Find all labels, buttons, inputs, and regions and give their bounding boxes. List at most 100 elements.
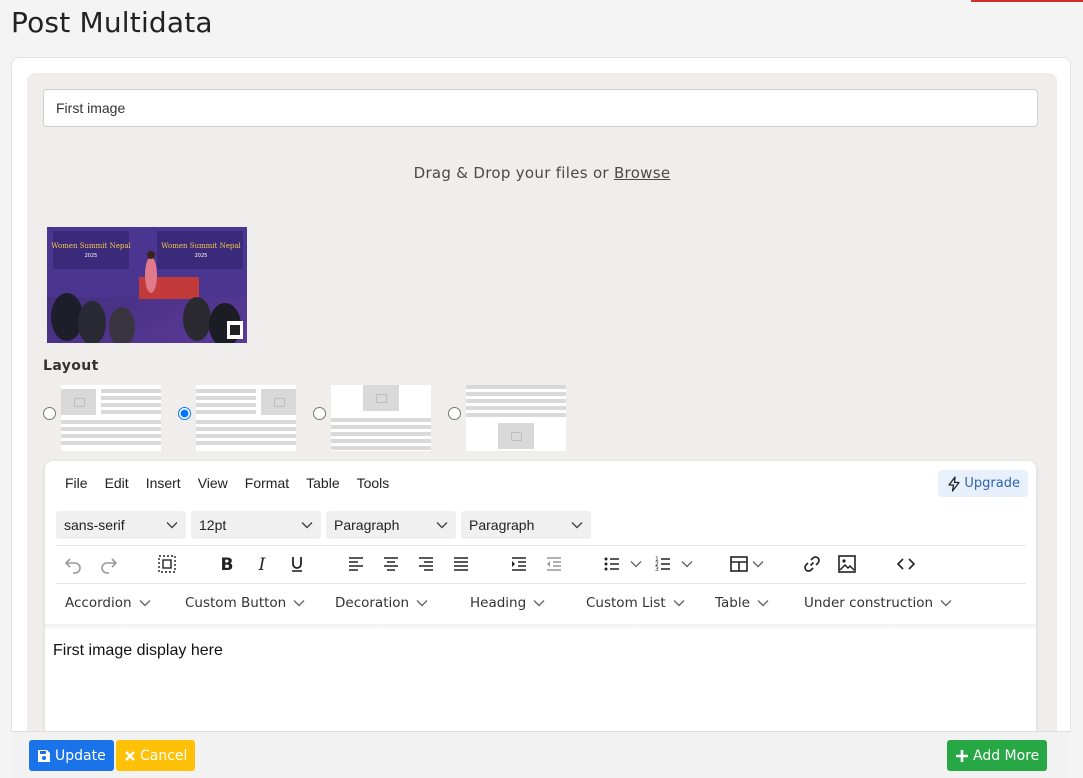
plugin-decoration[interactable]: Decoration — [335, 595, 428, 611]
chevron-down-icon — [681, 561, 693, 568]
banner-left-year: 2025 — [85, 253, 98, 259]
chevron-down-icon — [416, 600, 428, 607]
uploaded-image-thumbnail[interactable]: Women Summit Nepal 2025 Women Summit Nep… — [47, 227, 247, 343]
upgrade-button[interactable]: Upgrade — [938, 470, 1028, 497]
align-right-icon[interactable] — [413, 552, 439, 576]
layout-preview-image-bottom — [466, 385, 566, 451]
plugin-custom-list-label: Custom List — [586, 595, 666, 611]
cancel-button[interactable]: Cancel — [116, 740, 196, 771]
layout-preview-image-left — [61, 385, 161, 451]
chevron-down-icon — [293, 600, 305, 607]
code-icon[interactable] — [893, 552, 919, 576]
menu-format[interactable]: Format — [245, 475, 289, 495]
add-more-label: Add More — [973, 747, 1040, 764]
plus-icon — [956, 749, 968, 762]
cancel-label: Cancel — [140, 747, 188, 764]
chevron-down-icon — [571, 522, 583, 529]
chevron-down-icon — [940, 600, 952, 607]
layout-radio-image-top[interactable] — [313, 407, 326, 420]
chevron-down-icon — [533, 600, 545, 607]
numbered-list-dropdown[interactable] — [674, 552, 700, 576]
italic-icon[interactable]: I — [249, 552, 275, 576]
update-label: Update — [55, 747, 106, 764]
layout-label: Layout — [43, 358, 99, 374]
chevron-down-icon — [139, 600, 151, 607]
align-justify-icon[interactable] — [448, 552, 474, 576]
undo-icon[interactable] — [60, 552, 86, 576]
outdent-icon[interactable] — [541, 552, 567, 576]
banner-right-text: Women Summit Nepal — [161, 242, 241, 250]
toolbar-divider — [56, 545, 1026, 546]
bold-icon[interactable]: B — [214, 552, 240, 576]
block-format-select[interactable]: Paragraph — [326, 511, 456, 539]
plugin-toolbar: Accordion Custom Button Decoration Headi… — [45, 589, 1036, 619]
form-card: Drag & Drop your files or Browse Women S… — [11, 57, 1071, 747]
dropzone[interactable]: Drag & Drop your files or Browse — [27, 164, 1057, 182]
chevron-down-icon — [301, 522, 313, 529]
menu-table[interactable]: Table — [306, 475, 339, 495]
close-icon — [125, 750, 135, 761]
lightning-icon — [948, 475, 961, 492]
plugin-under-construction[interactable]: Under construction — [804, 595, 952, 611]
link-icon[interactable] — [799, 552, 825, 576]
bullet-list-dropdown[interactable] — [623, 552, 649, 576]
rich-text-editor: File Edit Insert View Format Table Tools… — [45, 461, 1036, 746]
plugin-heading[interactable]: Heading — [470, 595, 545, 611]
update-button[interactable]: Update — [29, 740, 114, 771]
toolbar-divider — [56, 583, 1026, 584]
image-icon[interactable] — [834, 552, 860, 576]
layout-radio-image-left[interactable] — [43, 407, 56, 420]
plugin-custom-button[interactable]: Custom Button — [185, 595, 305, 611]
chevron-down-icon — [436, 522, 448, 529]
plugin-accordion[interactable]: Accordion — [65, 595, 151, 611]
layout-preview-image-right — [196, 385, 296, 451]
menu-tools[interactable]: Tools — [357, 475, 390, 495]
svg-text:I: I — [258, 555, 266, 574]
browse-link[interactable]: Browse — [614, 164, 670, 182]
redo-icon[interactable] — [96, 552, 122, 576]
editor-content[interactable]: First image display here — [53, 642, 223, 660]
table-dropdown[interactable] — [745, 552, 771, 576]
action-bar: Update Cancel Add More — [11, 731, 1071, 778]
font-size-select[interactable]: 12pt — [191, 511, 321, 539]
menu-view[interactable]: View — [198, 475, 228, 495]
layout-preview-image-top — [331, 385, 431, 451]
font-size-value: 12pt — [199, 517, 227, 533]
chevron-down-icon — [757, 600, 769, 607]
menu-file[interactable]: File — [65, 475, 88, 495]
bullet-list-icon[interactable] — [599, 552, 625, 576]
banner-right-year: 2025 — [195, 253, 208, 259]
plugin-table[interactable]: Table — [715, 595, 769, 611]
banner-left-text: Women Summit Nepal — [51, 242, 131, 250]
chevron-down-icon — [673, 600, 685, 607]
menu-insert[interactable]: Insert — [146, 475, 181, 495]
layout-radio-image-right[interactable] — [178, 407, 191, 420]
chevron-down-icon — [166, 522, 178, 529]
select-all-icon[interactable] — [154, 552, 180, 576]
item-panel: Drag & Drop your files or Browse Women S… — [27, 73, 1057, 746]
paragraph-value: Paragraph — [469, 517, 535, 533]
plugin-under-construction-label: Under construction — [804, 595, 934, 611]
plugin-custom-button-label: Custom Button — [185, 595, 287, 611]
dropzone-text: Drag & Drop your files or — [413, 164, 614, 182]
save-icon — [38, 749, 50, 762]
font-family-select[interactable]: sans-serif — [56, 511, 186, 539]
paragraph-select[interactable]: Paragraph — [461, 511, 591, 539]
page-title: Post Multidata — [11, 6, 213, 39]
chevron-down-icon — [630, 561, 642, 568]
svg-text:3: 3 — [655, 566, 659, 573]
title-input[interactable] — [43, 89, 1038, 127]
menu-edit[interactable]: Edit — [105, 475, 129, 495]
top-accent-bar — [971, 0, 1083, 2]
numbered-list-icon[interactable]: 123 — [650, 552, 676, 576]
toolbar-shadow — [45, 624, 1036, 630]
plugin-decoration-label: Decoration — [335, 595, 410, 611]
align-center-icon[interactable] — [378, 552, 404, 576]
underline-icon[interactable] — [284, 552, 310, 576]
layout-radio-image-bottom[interactable] — [448, 407, 461, 420]
font-family-value: sans-serif — [64, 517, 125, 533]
plugin-custom-list[interactable]: Custom List — [586, 595, 685, 611]
align-left-icon[interactable] — [343, 552, 369, 576]
indent-icon[interactable] — [506, 552, 532, 576]
add-more-button[interactable]: Add More — [947, 740, 1048, 771]
